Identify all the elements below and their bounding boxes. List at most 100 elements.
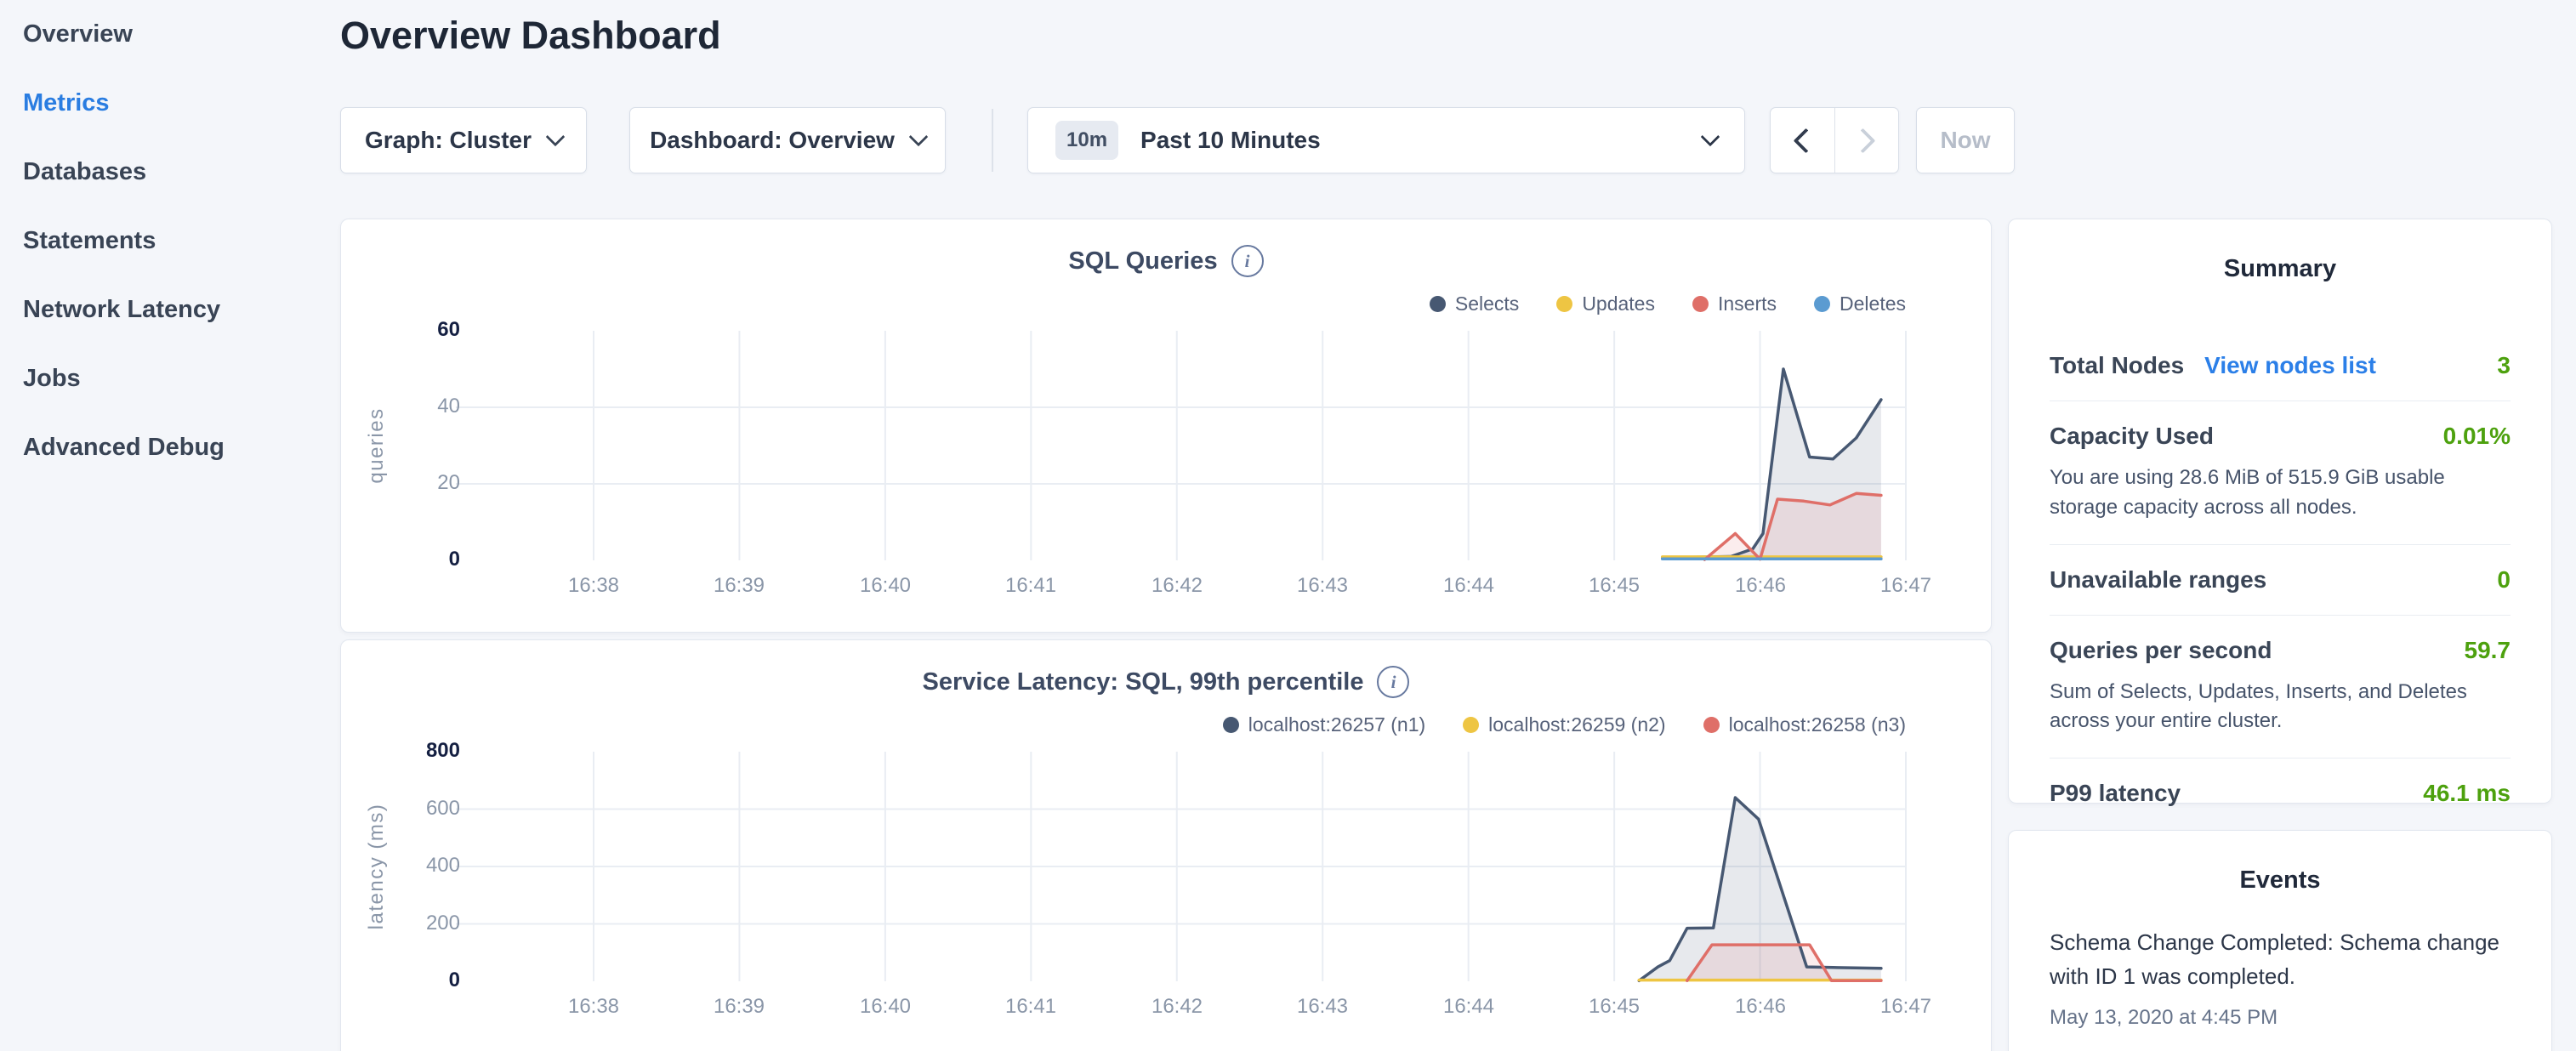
sidebar-item-network-latency[interactable]: Network Latency — [0, 276, 340, 344]
now-button[interactable]: Now — [1916, 107, 2015, 173]
sidebar-item-databases[interactable]: Databases — [0, 138, 340, 207]
time-step-forward-button[interactable] — [1834, 108, 1899, 173]
x-tick-label: 16:38 — [534, 995, 653, 1019]
y-tick-label: 800 — [371, 739, 460, 763]
chevron-down-icon — [1701, 128, 1720, 147]
summary-title: Summary — [2009, 219, 2551, 283]
graph-scope-dropdown[interactable]: Graph: Cluster — [340, 107, 587, 173]
summary-label: Capacity Used — [2050, 423, 2214, 450]
event-timestamp: May 13, 2020 at 4:45 PM — [2050, 1006, 2511, 1030]
x-tick-label: 16:46 — [1701, 574, 1820, 598]
chevron-down-icon — [546, 128, 566, 147]
dashboard-dropdown[interactable]: Dashboard: Overview — [629, 107, 946, 173]
view-nodes-list-link[interactable]: View nodes list — [2204, 352, 2376, 379]
sidebar-item-metrics[interactable]: Metrics — [0, 69, 340, 138]
legend-item: Deletes — [1814, 293, 1906, 315]
sidebar-item-statements[interactable]: Statements — [0, 207, 340, 276]
legend-item: Inserts — [1692, 293, 1777, 315]
x-tick-label: 16:39 — [680, 995, 799, 1019]
x-tick-label: 16:44 — [1409, 574, 1528, 598]
time-step-buttons — [1770, 107, 1899, 173]
chart-legend: localhost:26257 (n1) localhost:26259 (n2)… — [1223, 713, 1906, 736]
legend-dot-icon — [1556, 296, 1572, 312]
sidebar-item-overview[interactable]: Overview — [0, 0, 340, 69]
summary-label: Unavailable ranges — [2050, 566, 2266, 594]
sidebar: Overview Metrics Databases Statements Ne… — [0, 0, 340, 1051]
summary-value: 46.1 ms — [2423, 780, 2511, 807]
summary-description: Sum of Selects, Updates, Inserts, and De… — [2050, 678, 2511, 737]
x-tick-label: 16:43 — [1263, 574, 1382, 598]
legend-item: localhost:26257 (n1) — [1223, 713, 1425, 736]
chart-title: SQL Queries — [1068, 247, 1217, 276]
sidebar-item-advanced-debug[interactable]: Advanced Debug — [0, 413, 340, 482]
summary-label: P99 latency — [2050, 780, 2181, 807]
time-step-back-button[interactable] — [1771, 108, 1834, 173]
x-tick-label: 16:42 — [1117, 995, 1237, 1019]
event-item[interactable]: Schema Change Completed: Schema change w… — [2050, 925, 2511, 1030]
graph-scope-dropdown-label: Graph: Cluster — [365, 127, 532, 154]
x-tick-label: 16:41 — [971, 574, 1090, 598]
chart-plot-service-latency[interactable]: latency (ms) 020040060080016:3816:3916:4… — [477, 752, 1906, 981]
x-tick-label: 16:39 — [680, 574, 799, 598]
summary-row-p99-latency: P99 latency 46.1 ms — [2050, 758, 2511, 828]
summary-value: 0.01% — [2443, 423, 2511, 450]
legend-dot-icon — [1814, 296, 1830, 312]
event-message: Schema Change Completed: Schema change w… — [2050, 925, 2511, 994]
y-tick-label: 40 — [371, 395, 460, 418]
y-tick-label: 400 — [371, 854, 460, 878]
x-tick-label: 16:40 — [826, 995, 945, 1019]
legend-item: localhost:26259 (n2) — [1463, 713, 1665, 736]
dashboard-dropdown-label: Dashboard: Overview — [650, 127, 895, 154]
db-console-app: Overview Metrics Databases Statements Ne… — [0, 0, 2576, 1051]
summary-value: 3 — [2497, 352, 2511, 379]
x-tick-label: 16:47 — [1846, 995, 1965, 1019]
time-range-badge: 10m — [1055, 121, 1118, 160]
x-tick-label: 16:45 — [1555, 574, 1674, 598]
chart-card-service-latency: Service Latency: SQL, 99th percentile i … — [340, 639, 1992, 1051]
x-tick-label: 16:47 — [1846, 574, 1965, 598]
time-range-label: Past 10 Minutes — [1140, 127, 1321, 154]
events-panel: Events Schema Change Completed: Schema c… — [2008, 830, 2552, 1051]
chart-plot-sql-queries[interactable]: queries 020406016:3816:3916:4016:4116:42… — [477, 331, 1906, 560]
time-range-dropdown[interactable]: 10m Past 10 Minutes — [1027, 107, 1745, 173]
x-tick-label: 16:44 — [1409, 995, 1528, 1019]
sidebar-item-jobs[interactable]: Jobs — [0, 344, 340, 413]
events-title: Events — [2009, 831, 2551, 895]
chart-title: Service Latency: SQL, 99th percentile — [923, 668, 1364, 696]
page-title: Overview Dashboard — [340, 14, 721, 58]
summary-row-total-nodes: Total Nodes View nodes list 3 — [2050, 331, 2511, 401]
x-tick-label: 16:45 — [1555, 995, 1674, 1019]
summary-panel: Summary Total Nodes View nodes list 3 Ca… — [2008, 219, 2552, 804]
now-button-label: Now — [1940, 127, 1990, 154]
summary-value: 59.7 — [2465, 637, 2511, 664]
info-icon[interactable]: i — [1231, 245, 1264, 277]
y-tick-label: 20 — [371, 471, 460, 495]
chevron-right-icon — [1851, 128, 1876, 153]
chevron-left-icon — [1793, 128, 1818, 153]
y-tick-label: 600 — [371, 797, 460, 821]
summary-row-unavailable-ranges: Unavailable ranges 0 — [2050, 545, 2511, 616]
x-tick-label: 16:43 — [1263, 995, 1382, 1019]
summary-label: Total Nodes — [2050, 352, 2184, 379]
info-icon[interactable]: i — [1377, 666, 1409, 698]
x-tick-label: 16:42 — [1117, 574, 1237, 598]
controls-divider — [992, 109, 993, 172]
summary-row-queries-per-second: Queries per second 59.7 Sum of Selects, … — [2050, 616, 2511, 759]
x-tick-label: 16:38 — [534, 574, 653, 598]
chevron-down-icon — [909, 128, 929, 147]
x-tick-label: 16:46 — [1701, 995, 1820, 1019]
summary-description: You are using 28.6 MiB of 515.9 GiB usab… — [2050, 463, 2511, 523]
y-tick-label: 60 — [371, 318, 460, 342]
summary-value: 0 — [2497, 566, 2511, 594]
summary-label: Queries per second — [2050, 637, 2272, 664]
chart-legend: SelectsUpdatesInsertsDeletes — [1430, 293, 1906, 315]
x-tick-label: 16:41 — [971, 995, 1090, 1019]
legend-item: localhost:26258 (n3) — [1703, 713, 1906, 736]
y-tick-label: 0 — [371, 969, 460, 992]
summary-row-capacity-used: Capacity Used 0.01% You are using 28.6 M… — [2050, 401, 2511, 545]
legend-dot-icon — [1692, 296, 1709, 312]
y-tick-label: 200 — [371, 912, 460, 935]
legend-dot-icon — [1463, 717, 1479, 733]
chart-card-sql-queries: SQL Queries i SelectsUpdatesInsertsDelet… — [340, 219, 1992, 633]
chart-svg — [477, 752, 1906, 981]
